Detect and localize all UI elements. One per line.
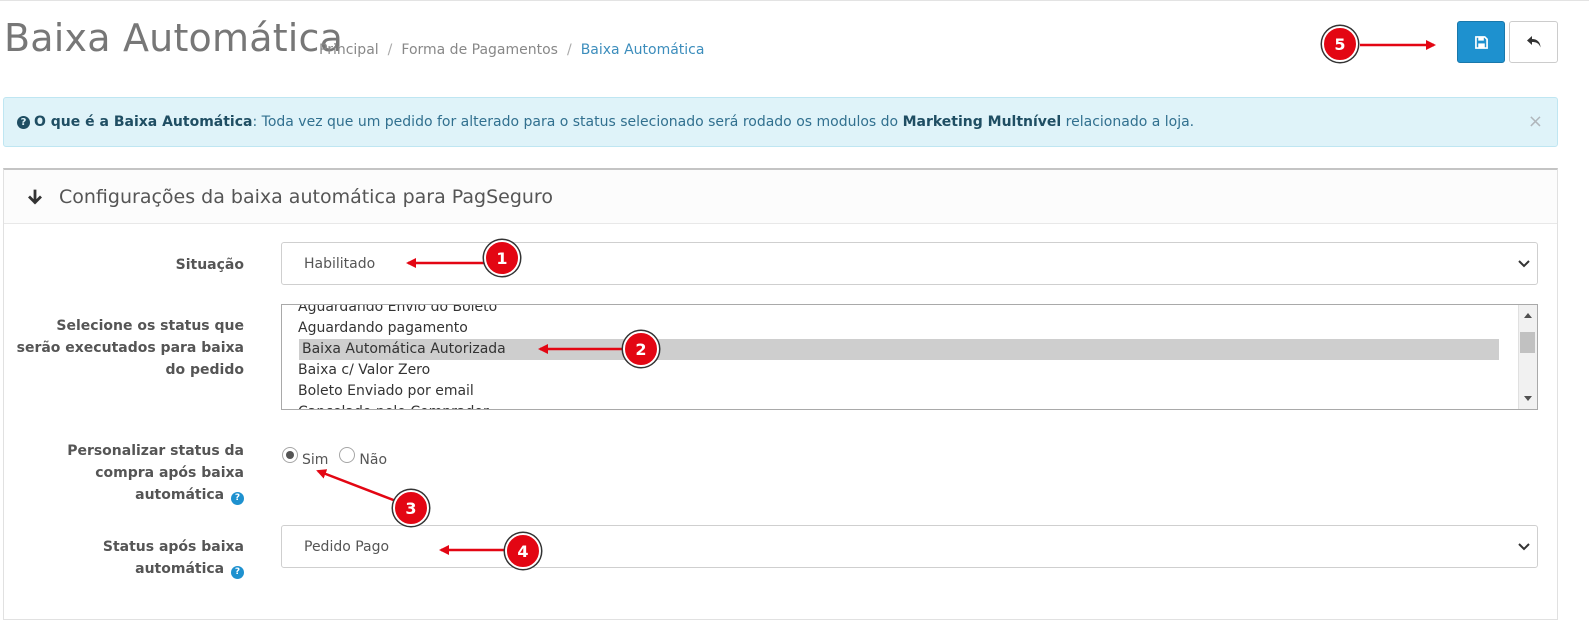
- personalizar-label: Personalizar status da compra após baixa…: [12, 440, 244, 506]
- breadcrumb-item-principal[interactable]: Principal: [319, 42, 379, 58]
- save-button[interactable]: [1457, 21, 1505, 63]
- panel-heading: Configurações da baixa automática para P…: [4, 170, 1557, 224]
- info-alert: ? O que é a Baixa Automática : Toda vez …: [3, 97, 1558, 147]
- list-item-selected[interactable]: Baixa Automática Autorizada: [299, 339, 1499, 360]
- chevron-down-icon: [1518, 260, 1530, 268]
- breadcrumb-item-forma-pagamentos[interactable]: Forma de Pagamentos: [401, 42, 558, 58]
- list-item[interactable]: Boleto Enviado por email: [298, 381, 474, 402]
- page-title: Baixa Automática: [4, 16, 344, 60]
- alert-text-2: relacionado a loja.: [1061, 114, 1195, 130]
- status-apos-select[interactable]: Pedido Pago: [281, 525, 1538, 568]
- floppy-disk-icon: [1474, 35, 1488, 49]
- radio-sim-label[interactable]: Sim: [302, 452, 328, 468]
- help-icon[interactable]: ?: [231, 565, 244, 579]
- list-item[interactable]: Baixa c/ Valor Zero: [298, 360, 430, 381]
- personalizar-label-text: Personalizar status da compra após baixa…: [67, 443, 244, 503]
- question-circle-icon: ?: [17, 115, 30, 129]
- top-border: [0, 0, 1589, 1]
- alert-text-1: : Toda vez que um pedido for alterado pa…: [252, 114, 903, 130]
- radio-nao-label[interactable]: Não: [359, 452, 387, 468]
- close-icon[interactable]: ×: [1528, 111, 1543, 132]
- personalizar-radio-group: Sim Não: [282, 442, 387, 468]
- status-apos-label-text: Status após baixa automática: [102, 539, 244, 577]
- breadcrumb-separator: /: [387, 42, 393, 58]
- status-list-label: Selecione os status que serão executados…: [16, 318, 244, 378]
- reply-arrow-icon: [1526, 36, 1540, 48]
- callout-3: 3: [393, 490, 429, 526]
- radio-checked-dot: [286, 451, 294, 459]
- situacao-value: Habilitado: [304, 255, 376, 272]
- callout-1: 1: [484, 240, 520, 276]
- arrow-down-icon: [28, 189, 42, 204]
- breadcrumb-separator: /: [566, 42, 572, 58]
- callout-2: 2: [623, 331, 659, 367]
- status-multiselect[interactable]: Aguardando Envio do Boleto Aguardando pa…: [281, 304, 1538, 410]
- radio-sim[interactable]: [282, 447, 298, 463]
- scroll-up-icon[interactable]: [1524, 313, 1532, 318]
- situacao-select[interactable]: Habilitado: [281, 242, 1538, 285]
- chevron-down-icon: [1518, 543, 1530, 551]
- list-item[interactable]: Aguardando pagamento: [298, 318, 468, 339]
- callout-5: 5: [1322, 26, 1358, 62]
- scrollbar[interactable]: [1518, 305, 1537, 409]
- callout-4: 4: [505, 533, 541, 569]
- back-button[interactable]: [1509, 21, 1558, 63]
- list-item[interactable]: Aguardando Envio do Boleto: [298, 305, 497, 318]
- scroll-down-icon[interactable]: [1524, 396, 1532, 401]
- list-item[interactable]: Cancelado pelo Comprador: [298, 402, 489, 409]
- situacao-label: Situação: [175, 257, 244, 273]
- breadcrumb-item-baixa-automatica[interactable]: Baixa Automática: [581, 42, 705, 58]
- alert-highlight: Marketing Multnível: [902, 114, 1062, 130]
- radio-nao[interactable]: [339, 447, 356, 463]
- alert-lead: O que é a Baixa Automática: [34, 114, 253, 130]
- scroll-thumb[interactable]: [1520, 332, 1535, 353]
- status-apos-value: Pedido Pago: [304, 538, 390, 555]
- breadcrumb: Principal / Forma de Pagamentos / Baixa …: [319, 42, 704, 58]
- help-icon[interactable]: ?: [231, 491, 244, 505]
- panel-title: Configurações da baixa automática para P…: [59, 185, 553, 208]
- status-apos-label: Status após baixa automática ?: [12, 536, 244, 580]
